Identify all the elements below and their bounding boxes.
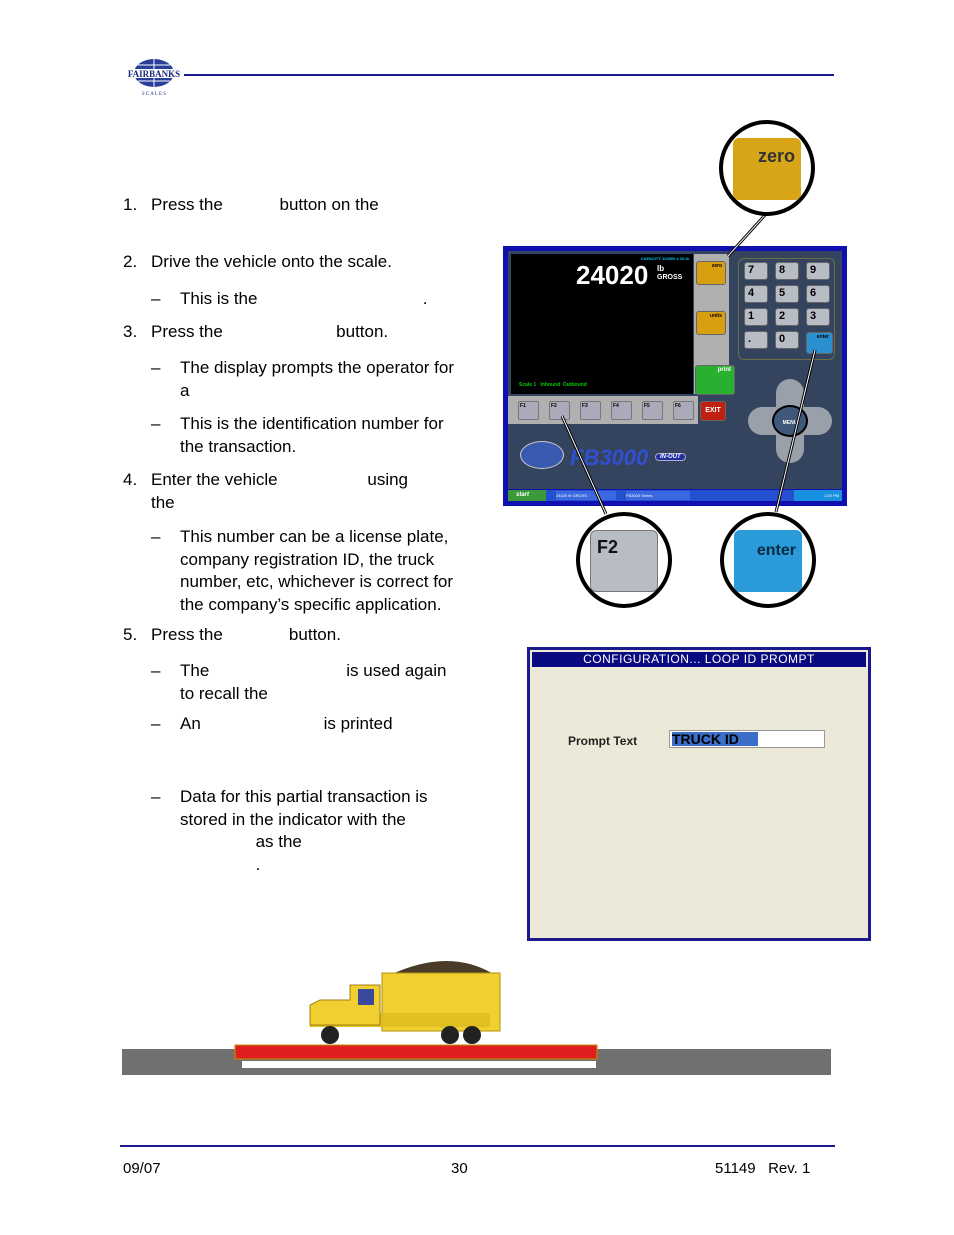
step-number: 2. [123, 252, 138, 271]
taskbar-item[interactable]: FB3000 Series [626, 491, 690, 500]
numeric-key[interactable]: 1 [744, 308, 768, 326]
step-text: Enter the vehicle using [151, 470, 409, 489]
numeric-key[interactable]: 6 [806, 285, 830, 303]
step-text: Press the button on the [151, 195, 379, 214]
step-text: Press the button. [151, 322, 389, 341]
sub-point-text: An is printed [180, 714, 393, 733]
fairbanks-logo: FAIRBANKS S C A L E S [124, 59, 184, 97]
mode-label: GROSS [657, 274, 683, 281]
sub-point-text: . [180, 854, 261, 874]
dash-bullet: – [151, 527, 161, 546]
sub-point-text: This is the identification number for [180, 414, 444, 433]
units-button[interactable]: units [696, 311, 726, 335]
function-key-f4[interactable]: F4 [611, 401, 632, 420]
manual-page: FAIRBANKS S C A L E S 1. Press the button… [0, 0, 954, 1235]
f2-callout: F2 [576, 512, 672, 608]
menu-button[interactable]: MENU [772, 405, 808, 437]
exit-button[interactable]: EXIT [700, 401, 726, 421]
loop-id-prompt-dialog: CONFIGURATION... LOOP ID PROMPT Prompt T… [527, 647, 871, 941]
enter-callout-label: enter [734, 530, 802, 592]
sub-point-text: the transaction. [180, 436, 297, 456]
step-number: 3. [123, 322, 138, 341]
sub-point-text: This number can be a license plate, [180, 527, 449, 546]
weight-value: 24020 [576, 260, 649, 290]
in-out-badge: IN-OUT [655, 453, 686, 461]
function-key-f2[interactable]: F2 [549, 401, 570, 420]
sub-point-text: Data for this partial transaction is [180, 787, 428, 806]
function-key-f3[interactable]: F3 [580, 401, 601, 420]
sub-point-text: to recall the [180, 683, 268, 703]
indicator-screenshot: CAPACITY 120000 x 20 lb 24020 lb GROSS S… [503, 246, 847, 506]
navigation-pad[interactable]: MENU [748, 379, 832, 463]
taskbar: start 24020 lb GROSS FB3000 Series 1:20 … [508, 490, 842, 501]
step-number: 4. [123, 470, 138, 489]
sub-point-text: as the [180, 832, 302, 851]
numeric-key[interactable]: 7 [744, 262, 768, 280]
fairbanks-badge-logo [520, 441, 564, 469]
dash-bullet: – [151, 358, 161, 377]
f2-callout-label: F2 [590, 530, 658, 592]
dash-bullet: – [151, 661, 161, 680]
sub-point-text: company registration ID, the truck [180, 549, 435, 569]
numeric-key[interactable]: 5 [775, 285, 799, 303]
prompt-text-value: TRUCK ID [672, 732, 758, 747]
step-number: 1. [123, 195, 138, 214]
svg-text:S C A L E S: S C A L E S [142, 92, 166, 97]
footer-rule [120, 1145, 835, 1147]
prompt-text-label: Prompt Text [568, 734, 638, 748]
numeric-key[interactable]: 2 [775, 308, 799, 326]
taskbar-item[interactable]: 24020 lb GROSS [556, 491, 616, 500]
svg-text:FAIRBANKS: FAIRBANKS [128, 69, 180, 79]
numeric-key[interactable]: . [744, 331, 768, 349]
function-key-f6[interactable]: F6 [673, 401, 694, 420]
function-key-f5[interactable]: F5 [642, 401, 663, 420]
enter-callout: enter [720, 512, 816, 608]
numeric-key[interactable]: 8 [775, 262, 799, 280]
dash-bullet: – [151, 289, 161, 308]
prompt-text-input[interactable]: TRUCK ID [669, 730, 825, 748]
enter-key[interactable]: enter [806, 332, 833, 354]
numeric-key[interactable]: 3 [806, 308, 830, 326]
truck-on-scale-illustration [122, 961, 831, 1075]
weight-display: CAPACITY 120000 x 20 lb 24020 lb GROSS S… [511, 254, 693, 394]
sub-point-text: stored in the indicator with the [180, 809, 406, 829]
step-text: Drive the vehicle onto the scale. [151, 252, 392, 271]
step-text: Press the button. [151, 625, 341, 644]
step-number: 5. [123, 625, 138, 644]
dash-bullet: – [151, 714, 161, 733]
print-button[interactable]: print [695, 365, 735, 395]
dash-bullet: – [151, 787, 161, 806]
step-text: the [151, 492, 175, 512]
function-key-f1[interactable]: F1 [518, 401, 539, 420]
zero-callout: zero [719, 120, 815, 216]
footer-doc-number: 51149 Rev. 1 [715, 1160, 811, 1177]
start-button[interactable]: start [508, 490, 546, 501]
numeric-key[interactable]: 9 [806, 262, 830, 280]
zero-callout-label: zero [733, 138, 801, 200]
sub-point-text: The is used again [180, 661, 447, 680]
system-clock: 1:20 PM [794, 490, 842, 501]
numeric-key[interactable]: 4 [744, 285, 768, 303]
product-brand: FB3000 [570, 445, 649, 470]
sub-point-text: the company’s specific application. [180, 594, 442, 614]
footer-date: 09/07 [123, 1160, 161, 1177]
sub-point-text: The display prompts the operator for [180, 358, 455, 377]
dash-bullet: – [151, 414, 161, 433]
footer-page-number: 30 [451, 1160, 468, 1177]
zero-button[interactable]: zero [696, 261, 726, 285]
sub-point-text: a [180, 380, 190, 400]
sub-point-text: number, etc, whichever is correct for [180, 572, 454, 591]
unit-label: lb [657, 264, 665, 273]
status-line: Scale 1 Inbound Outbound [519, 382, 587, 388]
dialog-title: CONFIGURATION... LOOP ID PROMPT [532, 652, 866, 667]
numeric-key[interactable]: 0 [775, 331, 799, 349]
header-rule [184, 74, 834, 76]
sub-point-text: This is the . [180, 289, 428, 308]
